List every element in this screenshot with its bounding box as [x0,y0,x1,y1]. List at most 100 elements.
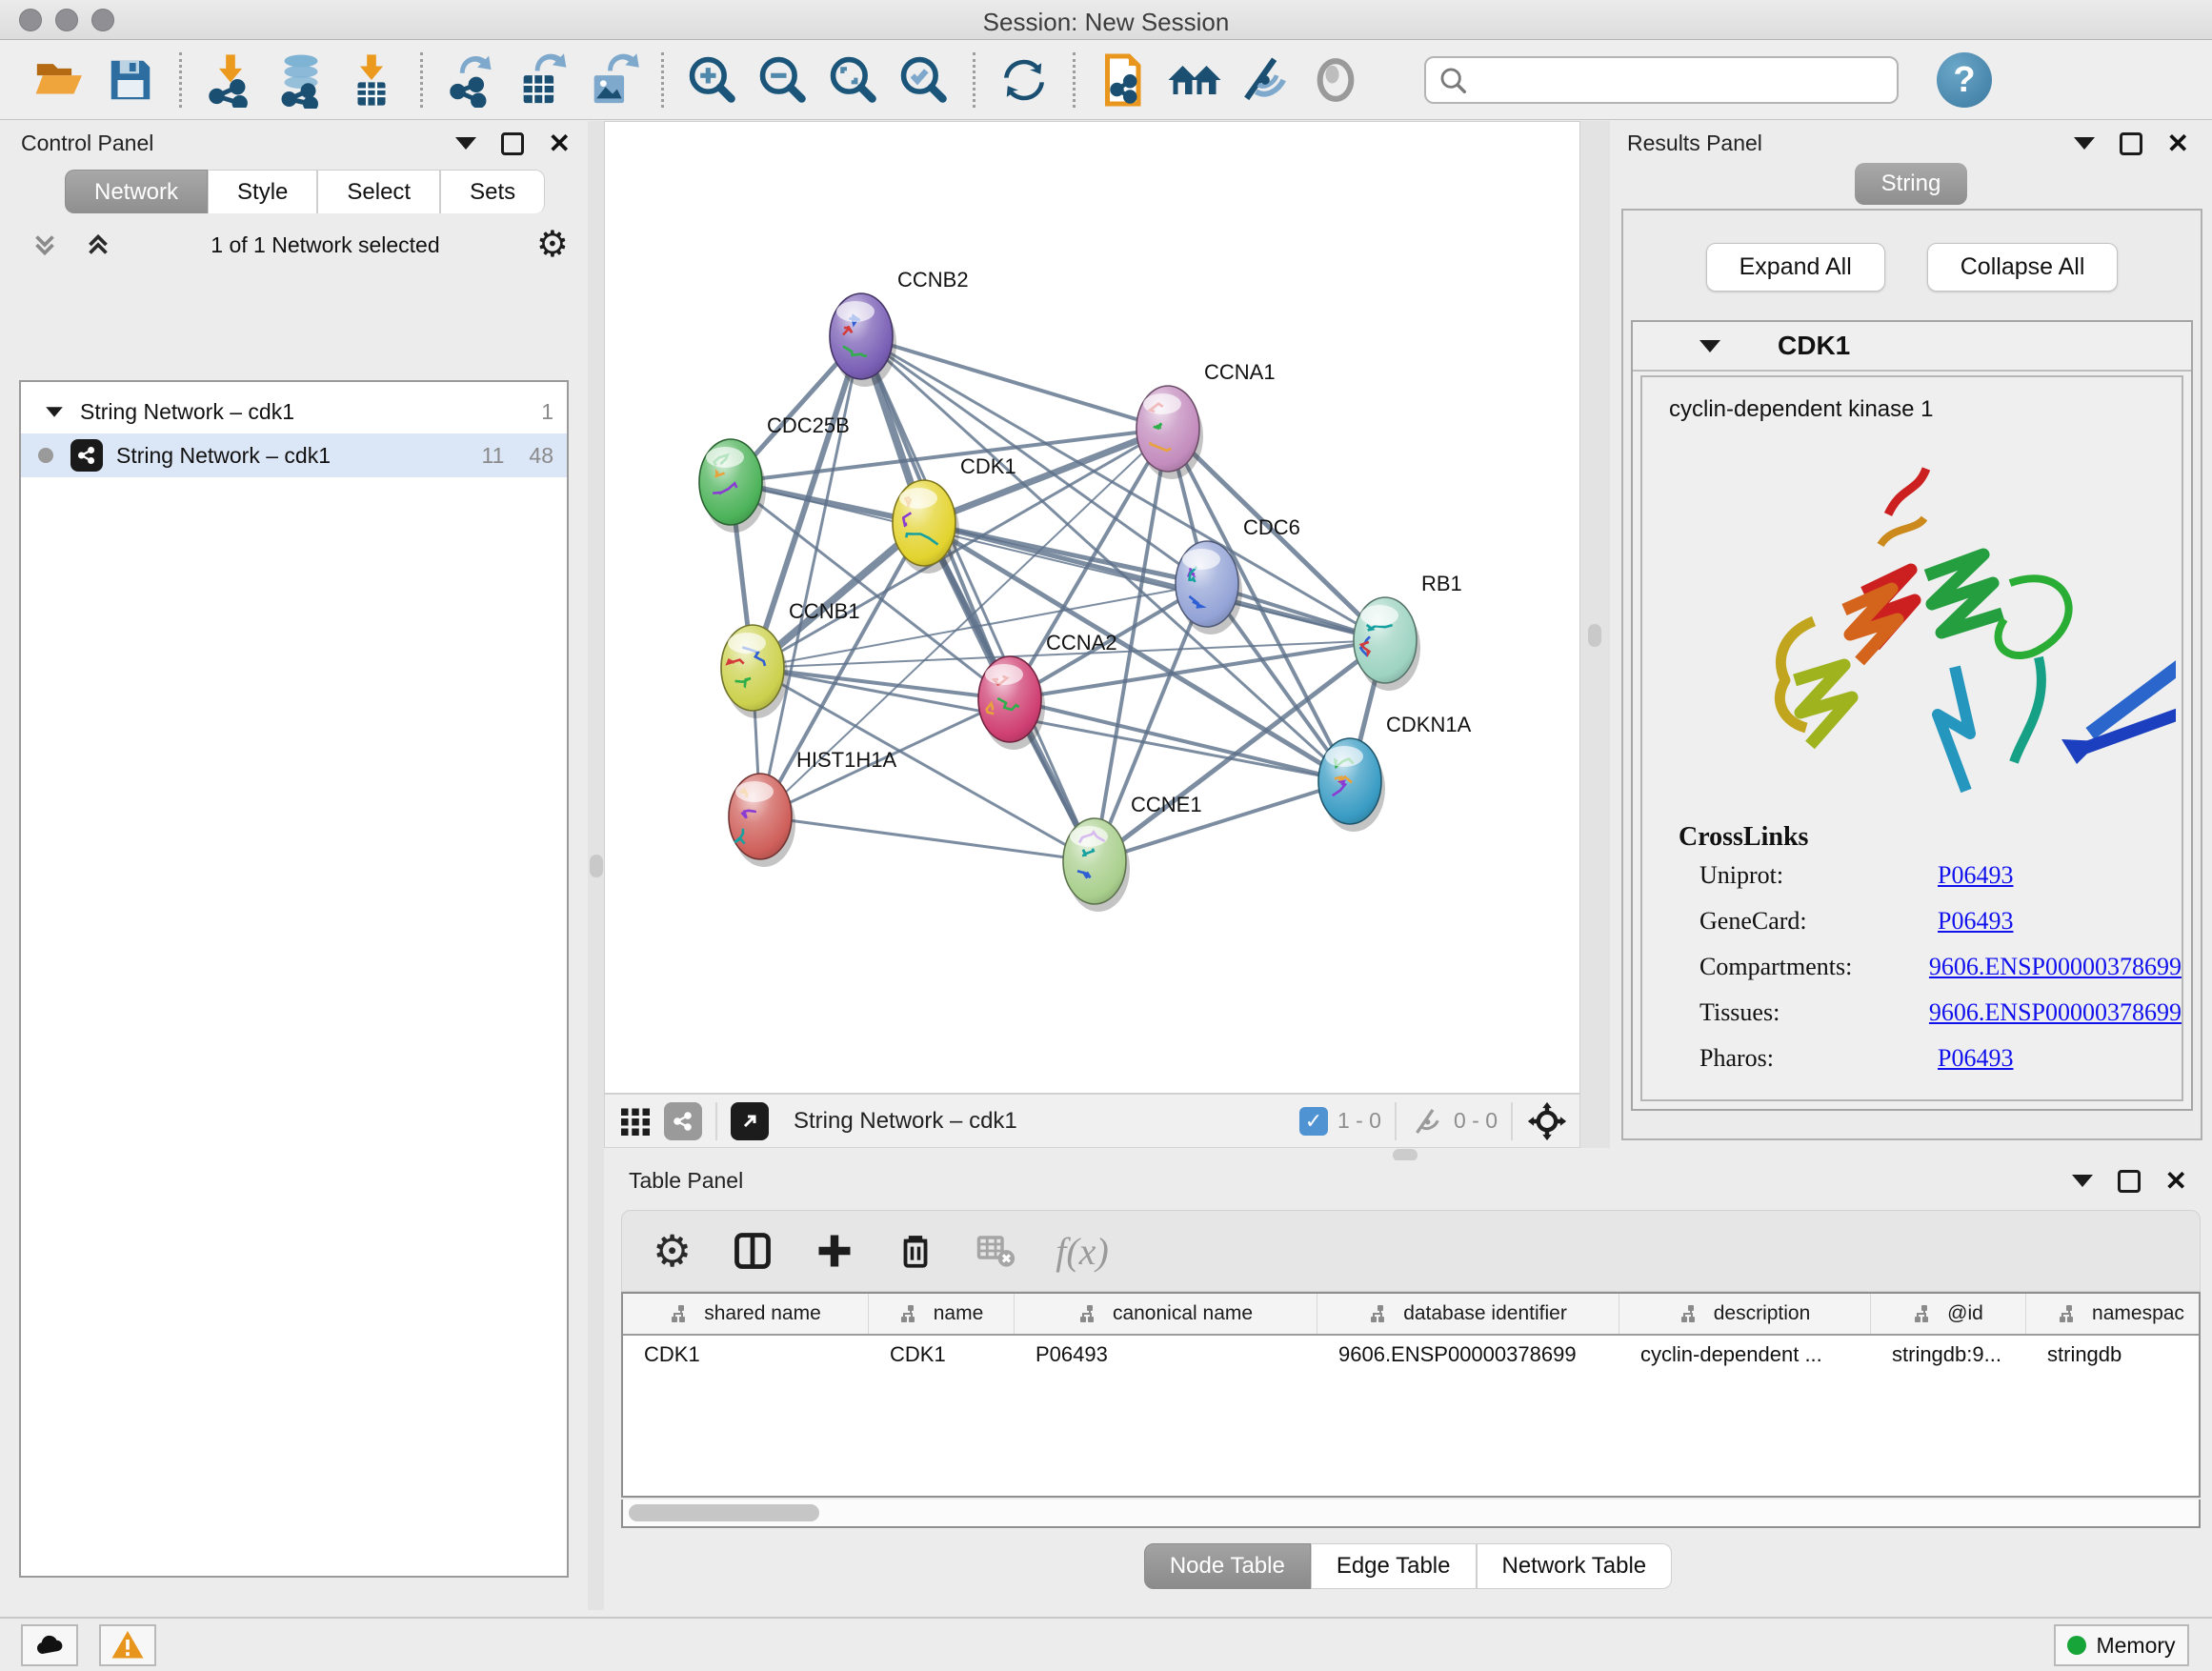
zoom-fit-button[interactable] [818,49,889,111]
tab-style[interactable]: Style [208,170,317,213]
table-cell[interactable]: stringdb:9... [1871,1342,2026,1367]
tab-string[interactable]: String [1855,163,1968,205]
column-header-canonical-name[interactable]: canonical name [1015,1294,1317,1334]
memory-button[interactable]: Memory [2054,1624,2189,1666]
graph-node-CDK1[interactable]: CDK1 [893,454,1016,574]
network-row-selected[interactable]: String Network – cdk1 11 48 [21,433,567,477]
add-column-button[interactable] [814,1230,855,1272]
divider-handle[interactable] [590,855,603,877]
column-header-database-identifier[interactable]: database identifier [1317,1294,1619,1334]
export-image-button[interactable] [577,49,648,111]
crosslink-link[interactable]: P06493 [1938,1044,2013,1073]
import-network-database-button[interactable] [266,49,336,111]
table-panel-float-button[interactable] [2118,1170,2141,1193]
export-table-button[interactable] [507,49,577,111]
crosslink-link[interactable]: 9606.ENSP00000378699 [1929,998,2182,1027]
collapse-all-chevrons-icon[interactable] [29,229,61,261]
table-cell[interactable]: 9606.ENSP00000378699 [1317,1342,1619,1367]
show-columns-button[interactable] [732,1230,774,1272]
zoom-selected-button[interactable] [889,49,959,111]
results-panel-float-button[interactable] [2120,132,2142,155]
detach-view-button[interactable] [731,1102,769,1140]
graph-node-CDKN1A[interactable]: CDKN1A [1318,713,1472,832]
hidden-eye-icon[interactable] [1410,1104,1444,1138]
tab-network-table[interactable]: Network Table [1477,1543,1673,1589]
network-overview-button[interactable] [664,1102,702,1140]
cloud-status-button[interactable] [21,1624,78,1666]
apply-layout-refresh-button[interactable] [989,49,1059,111]
tab-node-table[interactable]: Node Table [1144,1543,1311,1589]
crosslink-link[interactable]: P06493 [1938,861,2013,890]
tab-edge-table[interactable]: Edge Table [1311,1543,1477,1589]
search-input[interactable] [1424,56,1899,104]
column-header-shared-name[interactable]: shared name [623,1294,869,1334]
column-header-name[interactable]: name [869,1294,1015,1334]
graph-edge-CCNB2-CCNA1[interactable] [861,336,1168,429]
table-panel-menu-icon[interactable] [2072,1175,2093,1187]
divider-handle[interactable] [1588,624,1601,647]
table-horizontal-scrollbar[interactable] [621,1500,2201,1528]
graph-edge-CCNB2-CCNE1[interactable] [861,336,1095,861]
scrollbar-thumb[interactable] [629,1504,819,1521]
table-cell[interactable]: cyclin-dependent ... [1619,1342,1871,1367]
graph-node-CCNA1[interactable]: CCNA1 [1136,360,1276,479]
right-panel-divider[interactable] [1580,121,1610,1148]
network-options-gear-icon[interactable]: ⚙ [536,227,569,263]
crosslink-link[interactable]: P06493 [1938,907,2013,936]
import-network-file-button[interactable] [195,49,266,111]
graph-node-HIST1H1A[interactable]: HIST1H1A [729,748,896,867]
network-canvas[interactable]: CCNB2CCNA1CDC25BCDK1CDC6RB1CCNB1CCNA2CDK… [604,121,1580,1094]
show-panel-button[interactable] [1300,49,1371,111]
graph-edge-HIST1H1A-CCNE1[interactable] [760,816,1095,861]
control-panel-float-button[interactable] [501,132,524,155]
column-header-namespac[interactable]: namespac [2026,1294,2201,1334]
graph-edge-CCNB1-CCNA2[interactable] [753,668,1010,699]
tab-select[interactable]: Select [317,170,440,213]
graph-node-CCNB1[interactable]: CCNB1 [721,599,860,718]
import-table-file-button[interactable] [336,49,407,111]
home-view-button[interactable] [1159,49,1230,111]
zoom-out-button[interactable] [748,49,818,111]
table-cell[interactable]: P06493 [1015,1342,1317,1367]
selected-checkbox-icon[interactable]: ✓ [1299,1107,1328,1136]
export-network-button[interactable] [436,49,507,111]
expand-all-chevrons-icon[interactable] [82,229,114,261]
column-header-@id[interactable]: @id [1871,1294,2026,1334]
grid-view-button[interactable] [616,1102,654,1140]
graph-node-CCNE1[interactable]: CCNE1 [1063,793,1202,912]
hide-panel-button[interactable] [1230,49,1300,111]
column-header-description[interactable]: description [1619,1294,1871,1334]
table-cell[interactable]: CDK1 [869,1342,1015,1367]
open-session-button[interactable] [25,49,95,111]
collapse-all-button[interactable]: Collapse All [1927,243,2119,292]
help-button[interactable]: ? [1937,52,1992,108]
table-cell[interactable]: stringdb [2026,1342,2201,1367]
tab-network[interactable]: Network [65,170,208,213]
left-panel-divider[interactable] [588,121,604,1610]
results-panel-close-button[interactable]: ✕ [2167,132,2189,155]
warnings-button[interactable] [99,1624,156,1666]
zoom-in-button[interactable] [677,49,748,111]
pan-crosshair-icon[interactable] [1526,1100,1568,1142]
node-label-HIST1H1A: HIST1H1A [796,748,896,772]
control-panel-close-button[interactable]: ✕ [549,132,571,155]
table-cell[interactable]: CDK1 [623,1342,869,1367]
graph-node-RB1[interactable]: RB1 [1354,572,1462,691]
delete-column-button[interactable] [895,1231,935,1271]
collection-expand-icon[interactable] [46,407,63,416]
entry-collapse-icon[interactable] [1699,340,1720,352]
results-panel-menu-icon[interactable] [2074,137,2095,150]
graph-edge-CCNB2-HIST1H1A[interactable] [760,336,861,816]
save-session-button[interactable] [95,49,166,111]
eye-slash-blue-icon [1237,52,1293,108]
string-import-button[interactable] [1089,49,1159,111]
network-collection-row[interactable]: String Network – cdk1 1 [21,390,567,433]
network-graph[interactable]: CCNB2CCNA1CDC25BCDK1CDC6RB1CCNB1CCNA2CDK… [605,122,1579,1093]
crosslink-link[interactable]: 9606.ENSP00000378699 [1929,953,2182,981]
table-options-button[interactable]: ⚙ [653,1225,692,1277]
expand-all-button[interactable]: Expand All [1706,243,1885,292]
table-panel-close-button[interactable]: ✕ [2165,1170,2187,1193]
tab-sets[interactable]: Sets [440,170,545,213]
table-row[interactable]: CDK1CDK1P064939606.ENSP00000378699cyclin… [623,1336,2199,1374]
control-panel-menu-icon[interactable] [455,137,476,150]
